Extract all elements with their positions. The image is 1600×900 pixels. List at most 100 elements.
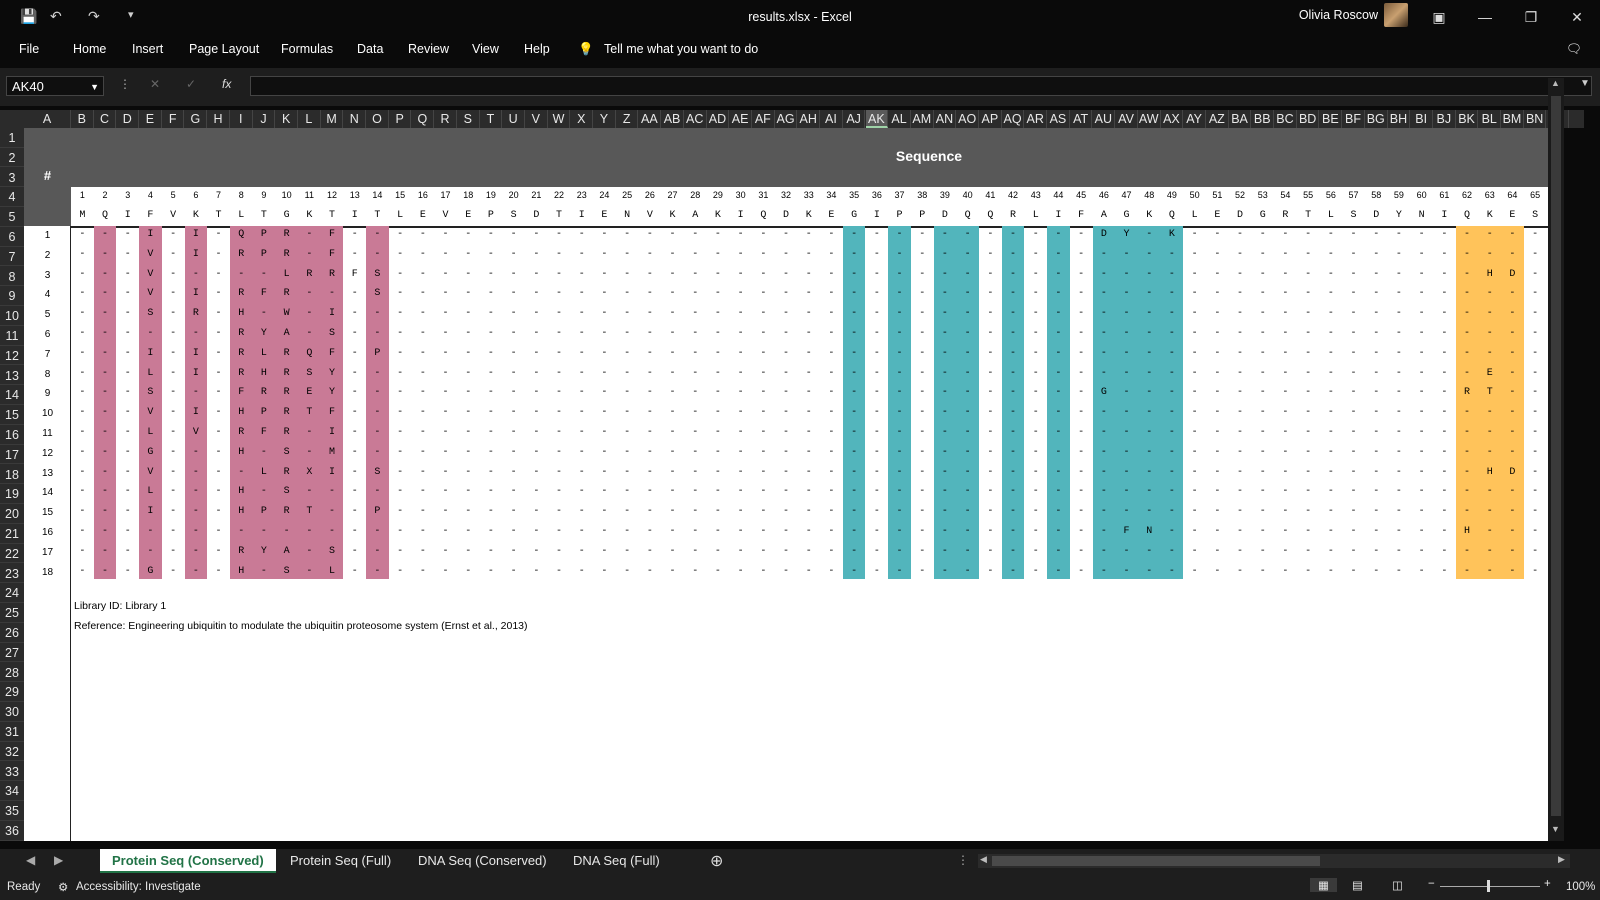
sequence-cell[interactable]: - (1093, 288, 1116, 299)
sequence-cell[interactable]: - (1229, 387, 1252, 398)
sequence-cell[interactable]: - (1320, 368, 1343, 379)
row-header-5[interactable]: 5 (0, 207, 24, 227)
sequence-cell[interactable]: - (1433, 328, 1456, 339)
sequence-cell[interactable]: - (1070, 229, 1093, 240)
library-id-note[interactable]: Library ID: Library 1 (74, 600, 166, 612)
sequence-cell[interactable]: - (1070, 566, 1093, 577)
sequence-cell[interactable]: - (1206, 526, 1229, 537)
sequence-cell[interactable]: - (956, 427, 979, 438)
column-header-aq[interactable]: AQ (1002, 110, 1025, 128)
sequence-cell[interactable]: - (1342, 269, 1365, 280)
sequence-cell[interactable]: - (956, 269, 979, 280)
sequence-cell[interactable]: - (1115, 506, 1138, 517)
sequence-cell[interactable]: - (616, 328, 639, 339)
sequence-cell[interactable]: - (162, 288, 185, 299)
sequence-cell[interactable]: T (1478, 387, 1501, 398)
sequence-cell[interactable]: R (298, 269, 321, 280)
sequence-cell[interactable]: - (1433, 229, 1456, 240)
sequence-cell[interactable]: - (979, 467, 1002, 478)
sequence-cell[interactable]: - (525, 486, 548, 497)
sequence-cell[interactable]: - (1524, 308, 1547, 319)
scroll-down-icon[interactable]: ▼ (1551, 824, 1560, 834)
sequence-cell[interactable]: - (593, 407, 616, 418)
sequence-cell[interactable]: V (139, 249, 162, 260)
sequence-cell[interactable]: - (979, 427, 1002, 438)
sequence-cell[interactable]: - (593, 308, 616, 319)
sequence-cell[interactable]: - (412, 249, 435, 260)
sequence-cell[interactable]: - (1342, 229, 1365, 240)
row-header-16[interactable]: 16 (0, 425, 24, 445)
sequence-cell[interactable]: - (570, 407, 593, 418)
column-header-al[interactable]: AL (888, 110, 911, 128)
sequence-cell[interactable]: - (343, 387, 366, 398)
sequence-cell[interactable]: - (162, 229, 185, 240)
sequence-cell[interactable]: - (525, 526, 548, 537)
zoom-out-icon[interactable]: − (1428, 878, 1435, 890)
sequence-cell[interactable]: - (457, 288, 480, 299)
sequence-cell[interactable]: - (888, 407, 911, 418)
sequence-cell[interactable]: - (366, 546, 389, 557)
sequence-cell[interactable]: - (752, 506, 775, 517)
column-header-af[interactable]: AF (752, 110, 775, 128)
sequence-cell[interactable]: - (843, 467, 866, 478)
sequence-cell[interactable]: - (1229, 288, 1252, 299)
sequence-cell[interactable]: - (797, 526, 820, 537)
sequence-cell[interactable]: - (956, 447, 979, 458)
sequence-cell[interactable]: I (185, 407, 208, 418)
sequence-cell[interactable]: - (616, 546, 639, 557)
sequence-cell[interactable]: - (457, 229, 480, 240)
expand-formula-icon[interactable]: ▼ (1580, 78, 1590, 89)
sequence-cell[interactable]: - (1138, 249, 1161, 260)
sequence-cell[interactable]: - (797, 546, 820, 557)
sequence-cell[interactable]: - (1433, 288, 1456, 299)
sequence-cell[interactable]: S (321, 546, 344, 557)
sequence-cell[interactable]: - (298, 566, 321, 577)
sequence-cell[interactable]: - (775, 288, 798, 299)
sequence-cell[interactable]: - (911, 269, 934, 280)
sequence-cell[interactable]: - (684, 407, 707, 418)
sequence-cell[interactable]: - (1524, 506, 1547, 517)
sequence-cell[interactable]: - (1274, 526, 1297, 537)
sequence-cell[interactable]: - (1274, 427, 1297, 438)
sequence-cell[interactable]: - (525, 229, 548, 240)
sequence-cell[interactable]: - (162, 407, 185, 418)
sequence-cell[interactable]: - (480, 566, 503, 577)
sequence-cell[interactable]: H (230, 566, 253, 577)
sequence-cell[interactable]: - (888, 506, 911, 517)
sequence-cell[interactable]: - (162, 566, 185, 577)
sequence-cell[interactable]: - (1365, 427, 1388, 438)
column-header-ab[interactable]: AB (661, 110, 684, 128)
sequence-cell[interactable]: - (525, 407, 548, 418)
sequence-cell[interactable]: - (1342, 308, 1365, 319)
sequence-cell[interactable]: - (707, 229, 730, 240)
sequence-cell[interactable]: - (480, 368, 503, 379)
sequence-cell[interactable]: - (1024, 467, 1047, 478)
sequence-cell[interactable]: - (775, 348, 798, 359)
sequence-cell[interactable]: - (457, 427, 480, 438)
sequence-cell[interactable]: - (1115, 348, 1138, 359)
sequence-cell[interactable]: - (1524, 387, 1547, 398)
sequence-cell[interactable]: - (888, 288, 911, 299)
sequence-cell[interactable]: - (162, 467, 185, 478)
sequence-cell[interactable]: - (94, 368, 117, 379)
column-header-bd[interactable]: BD (1297, 110, 1320, 128)
sequence-cell[interactable]: S (366, 269, 389, 280)
sequence-cell[interactable]: - (71, 526, 94, 537)
sequence-cell[interactable]: - (775, 269, 798, 280)
sequence-cell[interactable]: - (116, 387, 139, 398)
sequence-cell[interactable]: - (1024, 486, 1047, 497)
sequence-cell[interactable]: - (116, 486, 139, 497)
column-header-bn[interactable]: BN (1524, 110, 1547, 128)
sequence-cell[interactable]: - (570, 308, 593, 319)
sequence-cell[interactable]: - (343, 368, 366, 379)
sequence-cell[interactable]: - (1388, 546, 1411, 557)
sequence-cell[interactable]: - (1183, 447, 1206, 458)
sequence-cell[interactable]: - (1115, 467, 1138, 478)
sequence-cell[interactable]: - (616, 288, 639, 299)
column-header-p[interactable]: P (389, 110, 412, 128)
sequence-cell[interactable]: - (480, 269, 503, 280)
sequence-cell[interactable]: - (1524, 328, 1547, 339)
sequence-cell[interactable]: T (298, 407, 321, 418)
sequence-cell[interactable]: - (1524, 229, 1547, 240)
sequence-cell[interactable]: - (639, 506, 662, 517)
